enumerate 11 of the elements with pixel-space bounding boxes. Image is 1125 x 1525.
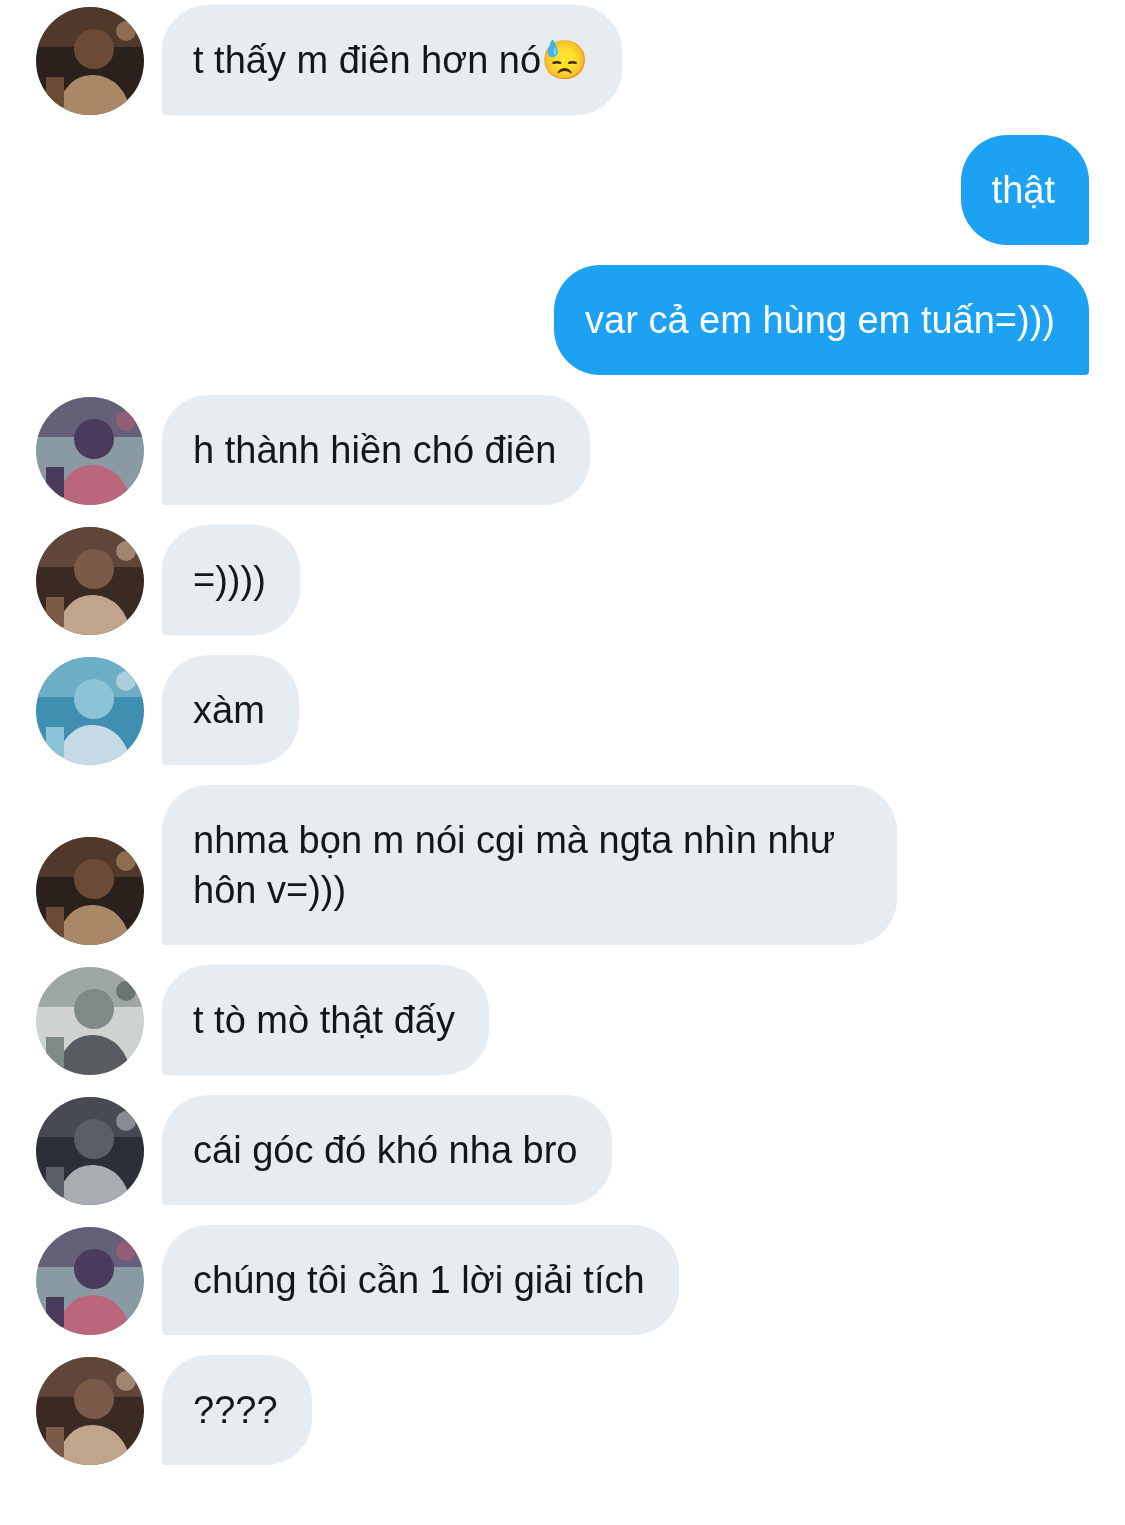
message-bubble: t tò mò thật đấy <box>162 965 489 1075</box>
message-bubble: =)))) <box>162 525 300 635</box>
message-bubble: t thấy m điên hơn nó😓 <box>162 5 623 115</box>
message-bubble: nhma bọn m nói cgi mà ngta nhìn như hôn v=))) <box>162 785 897 945</box>
message-bubble: chúng tôi cần 1 lời giải tích <box>162 1225 679 1335</box>
message-bubble: h thành hiền chó điên <box>162 395 591 505</box>
message-bubble: cái góc đó khó nha bro <box>162 1095 612 1205</box>
message-bubble: ???? <box>162 1355 312 1465</box>
message-bubble: var cả em hùng em tuấn=))) <box>554 265 1089 375</box>
message-bubble: xàm <box>162 655 299 765</box>
message-bubble: thật <box>960 135 1089 245</box>
